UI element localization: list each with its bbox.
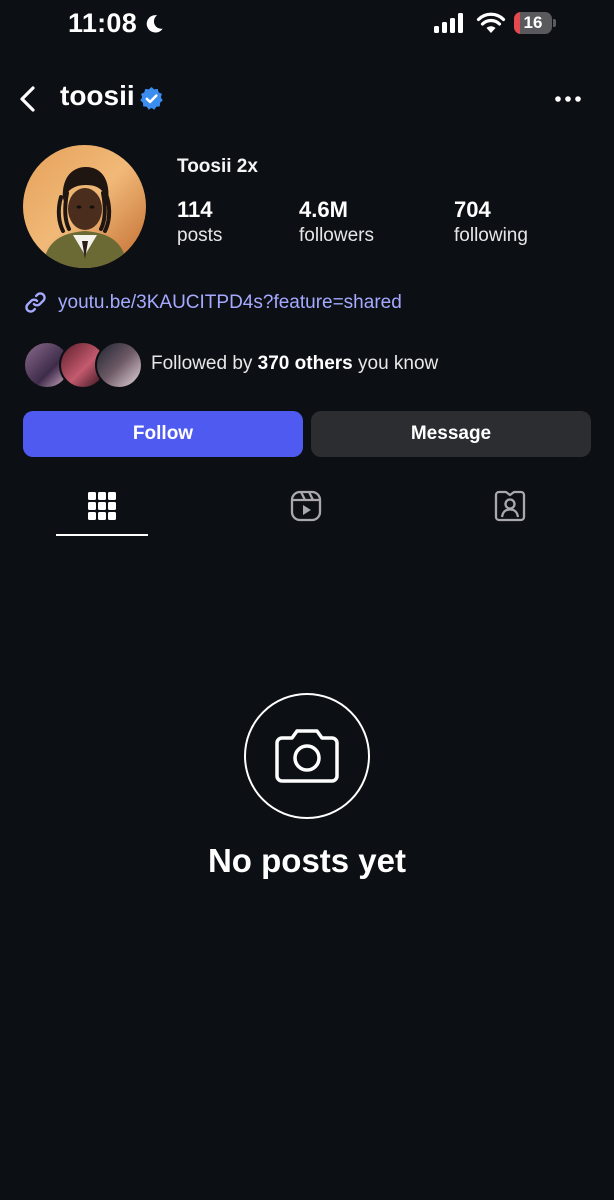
grid-icon[interactable] <box>85 489 119 523</box>
bio-link-text: youtu.be/3KAUCITPD4s?feature=shared <box>58 291 402 313</box>
moon-icon <box>146 14 163 33</box>
back-chevron-icon[interactable] <box>14 84 42 114</box>
active-tab-indicator <box>56 534 148 536</box>
battery-level: 16 <box>523 13 543 32</box>
cellular-signal-icon <box>434 13 463 33</box>
camera-icon <box>275 729 339 783</box>
tagged-person-icon[interactable] <box>493 489 527 523</box>
stat-posts-value: 114 <box>177 197 213 222</box>
stat-followers[interactable]: 4.6M followers <box>299 197 374 249</box>
status-time: 11:08 <box>68 8 165 39</box>
bio-link[interactable]: youtu.be/3KAUCITPD4s?feature=shared <box>23 290 402 315</box>
reels-icon[interactable] <box>289 489 323 523</box>
stat-followers-label: followers <box>299 225 374 246</box>
stat-following-value: 704 <box>454 197 491 222</box>
stat-following[interactable]: 704 following <box>454 197 528 249</box>
battery-icon: 16 <box>514 12 556 36</box>
time-text: 11:08 <box>68 8 138 38</box>
profile-username: toosii <box>60 80 135 111</box>
mutual-followers-text: Followed by 370 others you know <box>151 353 439 374</box>
empty-state-text: No posts yet <box>207 842 407 879</box>
stat-followers-value: 4.6M <box>299 197 348 222</box>
mutual-avatars <box>23 341 143 389</box>
message-button[interactable]: Message <box>311 411 591 457</box>
wifi-icon <box>476 12 506 33</box>
empty-state-circle <box>244 693 370 819</box>
stat-posts-label: posts <box>177 225 223 246</box>
link-icon <box>25 292 46 313</box>
verified-badge-icon <box>140 87 163 110</box>
stat-following-label: following <box>454 225 528 246</box>
mutual-avatar <box>95 341 143 389</box>
stat-posts[interactable]: 114 posts <box>177 197 222 249</box>
profile-avatar[interactable] <box>23 145 146 268</box>
mutual-followers[interactable]: Followed by 370 others you know <box>23 341 439 389</box>
display-name: Toosii 2x <box>177 156 258 177</box>
follow-button[interactable]: Follow <box>23 411 303 457</box>
more-options-icon[interactable] <box>554 92 582 106</box>
